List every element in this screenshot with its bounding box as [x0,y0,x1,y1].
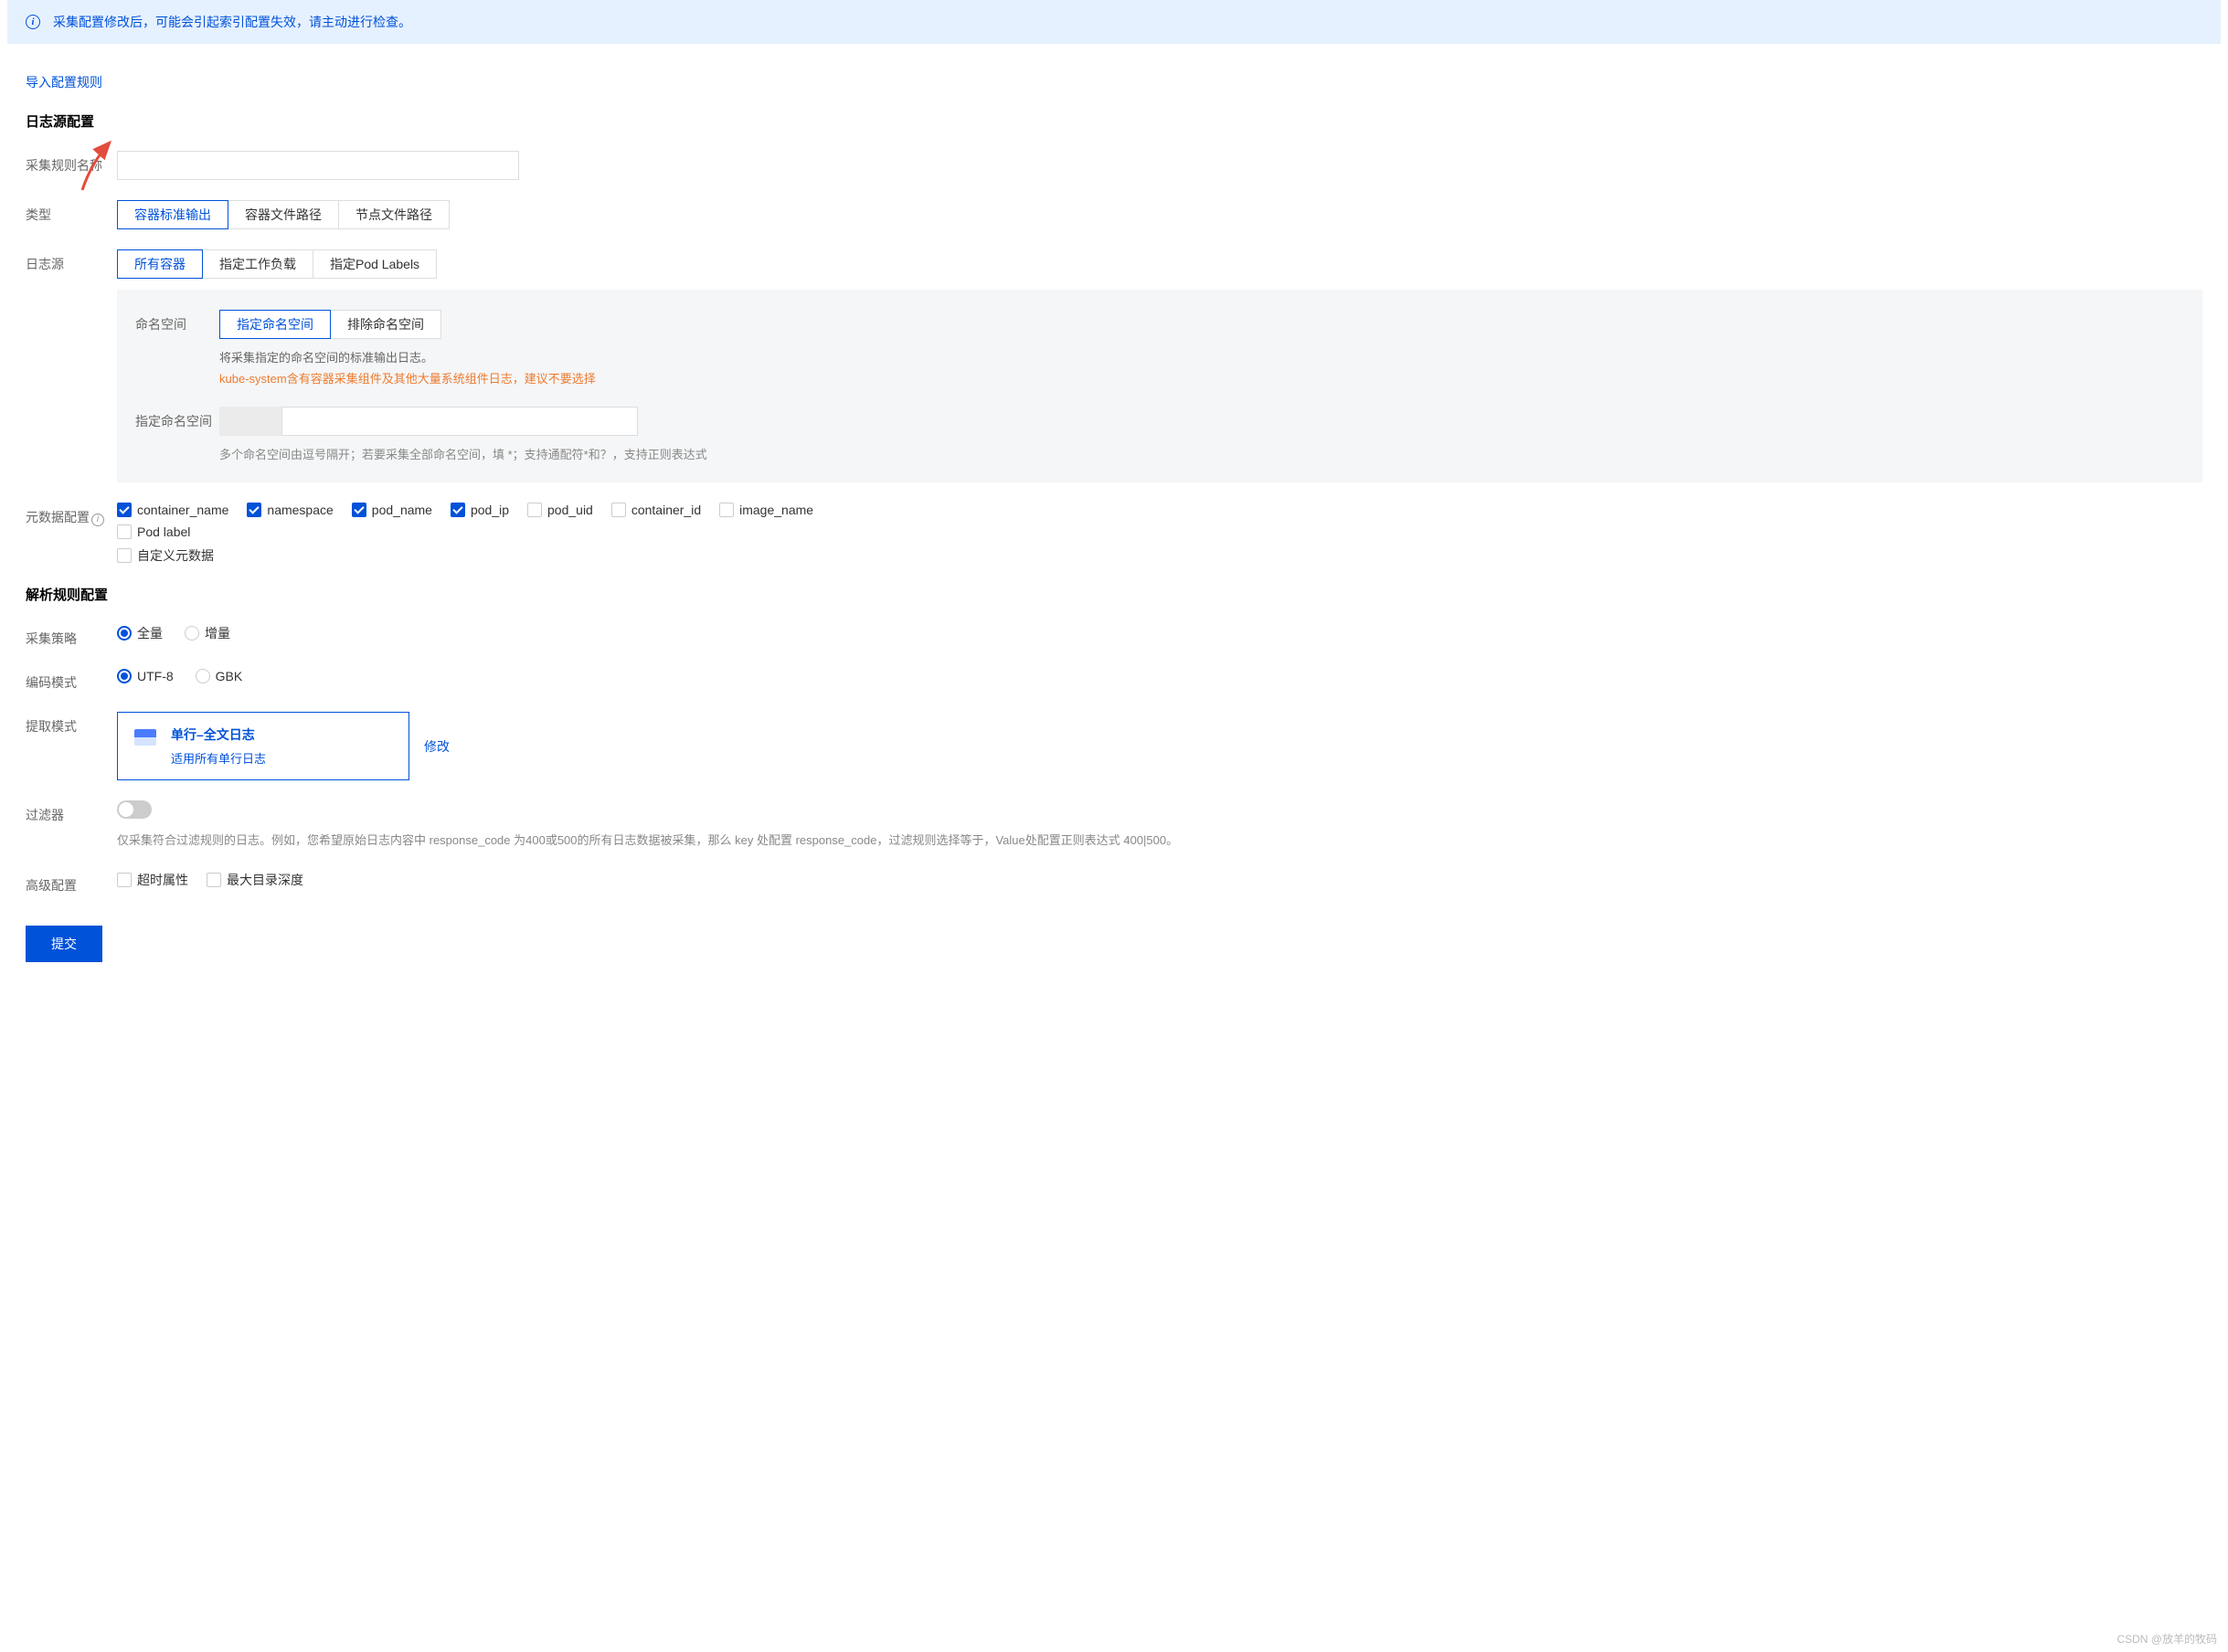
extract-mode-desc: 适用所有单行日志 [171,749,266,767]
type-button-group: 容器标准输出 容器文件路径 节点文件路径 [117,200,450,229]
section-log-source-title: 日志源配置 [26,111,2202,131]
type-option-node-file[interactable]: 节点文件路径 [338,200,450,229]
extract-mode-card[interactable]: 单行–全文日志 适用所有单行日志 [117,712,409,780]
strategy-full[interactable]: 全量 [117,624,163,642]
namespace-button-group: 指定命名空间 排除命名空间 [219,310,441,339]
cb-max-depth[interactable]: 最大目录深度 [207,871,303,889]
spec-namespace-prefix [219,407,281,436]
cb-image-name[interactable]: image_name [719,503,813,517]
spec-namespace-help: 多个命名空间由逗号隔开；若要采集全部命名空间，填 *；支持通配符*和？，支持正则… [219,445,2184,462]
cb-timeout-attr[interactable]: 超时属性 [117,871,188,889]
type-option-stdout[interactable]: 容器标准输出 [117,200,228,229]
filter-help-text: 仅采集符合过滤规则的日志。例如，您希望原始日志内容中 response_code… [117,831,2202,851]
type-option-container-file[interactable]: 容器文件路径 [228,200,339,229]
namespace-hint1: 将采集指定的命名空间的标准输出日志。 [219,348,596,365]
banner-text: 采集配置修改后，可能会引起索引配置失效，请主动进行检查。 [53,13,411,31]
cb-container-name[interactable]: container_name [117,503,228,517]
strategy-incremental[interactable]: 增量 [185,624,230,642]
namespace-label: 命名空间 [135,310,219,334]
submit-button[interactable]: 提交 [26,926,102,962]
cb-custom-metadata[interactable]: 自定义元数据 [117,546,214,565]
type-label: 类型 [26,200,117,224]
metadata-checkbox-row2: Pod label [117,524,2202,539]
extract-mode-title: 单行–全文日志 [171,725,266,744]
advanced-label: 高级配置 [26,871,117,895]
encoding-radio-group: UTF-8 GBK [117,669,242,683]
watermark: CSDN @放羊的牧码 [2117,1631,2217,1647]
encoding-utf8[interactable]: UTF-8 [117,669,174,683]
strategy-label: 采集策略 [26,624,117,648]
strategy-radio-group: 全量 增量 [117,624,230,642]
log-source-option-all[interactable]: 所有容器 [117,249,203,279]
filter-label: 过滤器 [26,800,117,824]
metadata-checkbox-row3: 自定义元数据 [117,546,2202,565]
filter-switch[interactable] [117,800,152,819]
log-source-button-group: 所有容器 指定工作负载 指定Pod Labels [117,249,437,279]
info-icon: i [26,15,40,29]
section-parse-title: 解析规则配置 [26,585,2202,604]
rule-name-label: 采集规则名称 [26,151,117,175]
rule-name-input[interactable] [117,151,519,180]
log-source-label: 日志源 [26,249,117,273]
cb-container-id[interactable]: container_id [611,503,701,517]
advanced-checkbox-group: 超时属性 最大目录深度 [117,871,2202,889]
spec-namespace-label: 指定命名空间 [135,407,219,430]
namespace-option-exclude[interactable]: 排除命名空间 [330,310,441,339]
namespace-hint2: kube-system含有容器采集组件及其他大量系统组件日志，建议不要选择 [219,369,596,387]
cb-pod-ip[interactable]: pod_ip [451,503,509,517]
info-banner: i 采集配置修改后，可能会引起索引配置失效，请主动进行检查。 [7,0,2221,44]
cb-namespace[interactable]: namespace [247,503,333,517]
extract-mode-label: 提取模式 [26,712,117,736]
spec-namespace-input[interactable] [281,407,638,436]
cb-pod-name[interactable]: pod_name [352,503,432,517]
log-source-option-workload[interactable]: 指定工作负载 [202,249,313,279]
extract-modify-link[interactable]: 修改 [424,737,450,756]
namespace-option-include[interactable]: 指定命名空间 [219,310,331,339]
log-source-option-podlabels[interactable]: 指定Pod Labels [313,249,437,279]
metadata-info-icon[interactable]: i [91,514,104,526]
metadata-label: 元数据配置i [26,503,117,526]
cb-pod-label[interactable]: Pod label [117,524,190,539]
namespace-subsection: 命名空间 指定命名空间 排除命名空间 将采集指定的命名空间的标准输出日志。 ku… [117,290,2202,482]
single-line-icon [134,729,156,746]
import-config-link[interactable]: 导入配置规则 [26,73,102,91]
encoding-label: 编码模式 [26,668,117,692]
cb-pod-uid[interactable]: pod_uid [527,503,593,517]
encoding-gbk[interactable]: GBK [196,669,243,683]
metadata-checkbox-row1: container_name namespace pod_name pod_ip… [117,503,2202,517]
